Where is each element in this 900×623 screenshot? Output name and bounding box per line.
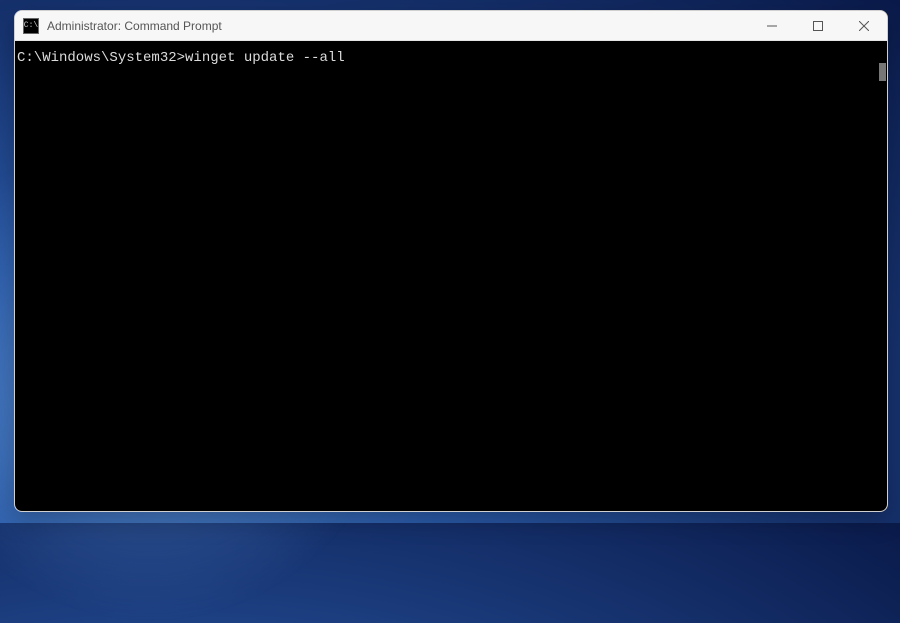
- command-prompt-window: C:\ Administrator: Command Prompt: [14, 10, 888, 512]
- cmd-app-icon-text: C:\: [24, 22, 38, 30]
- terminal-area[interactable]: C:\Windows\System32>winget update --all: [15, 41, 887, 511]
- minimize-button[interactable]: [749, 11, 795, 40]
- close-button[interactable]: [841, 11, 887, 40]
- window-controls: [749, 11, 887, 40]
- scrollbar-thumb[interactable]: [879, 63, 886, 81]
- window-title: Administrator: Command Prompt: [47, 19, 749, 33]
- cmd-app-icon: C:\: [23, 18, 39, 34]
- close-icon: [859, 21, 869, 31]
- titlebar[interactable]: C:\ Administrator: Command Prompt: [15, 11, 887, 41]
- terminal-prompt: C:\Windows\System32>: [17, 50, 185, 66]
- minimize-icon: [767, 21, 777, 31]
- maximize-button[interactable]: [795, 11, 841, 40]
- maximize-icon: [813, 21, 823, 31]
- terminal-line: C:\Windows\System32>winget update --all: [17, 49, 887, 69]
- terminal-command: winget update --all: [185, 50, 345, 66]
